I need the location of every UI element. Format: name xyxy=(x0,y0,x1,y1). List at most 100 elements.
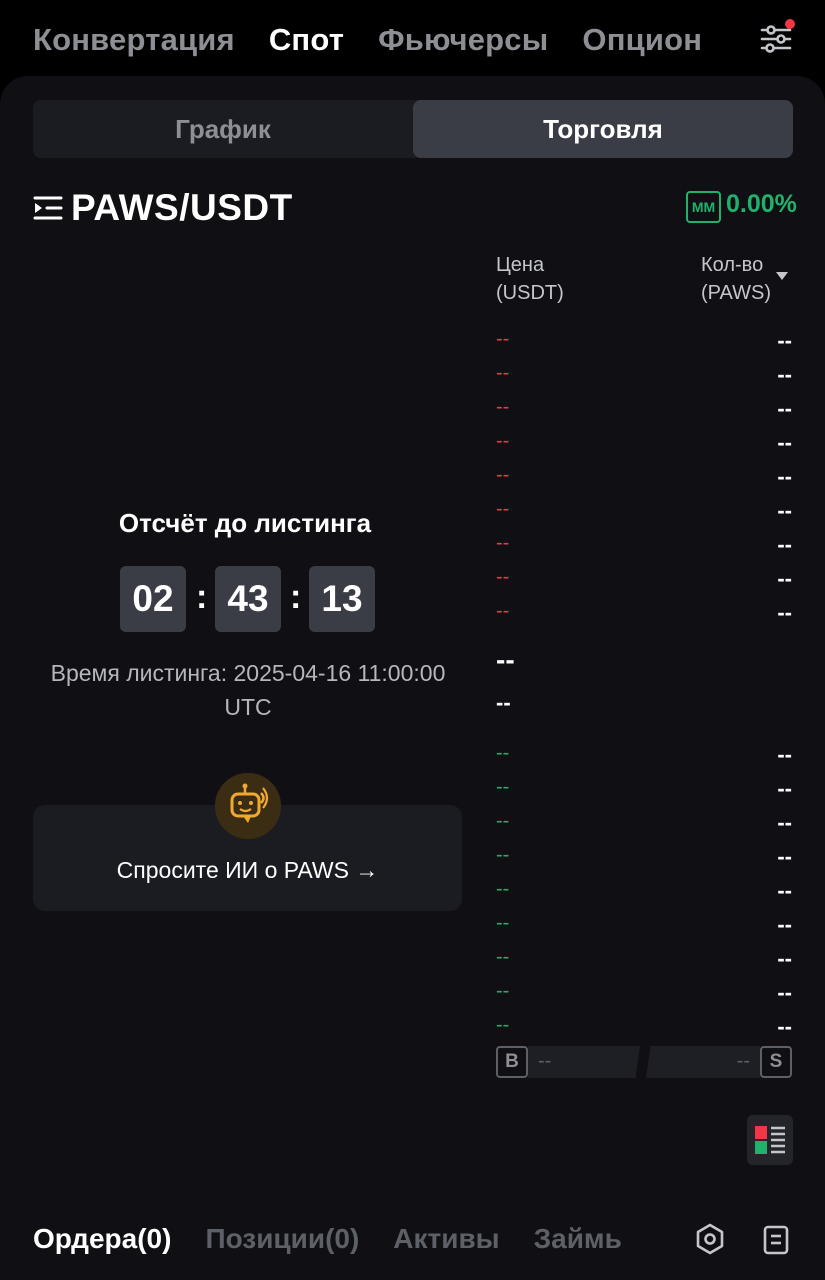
bid-row[interactable]: -- -- xyxy=(496,742,792,772)
ask-price: -- xyxy=(496,498,510,520)
bid-qty: -- xyxy=(777,742,792,767)
hexagon-settings-button[interactable] xyxy=(693,1222,727,1256)
mm-badge[interactable]: MM xyxy=(686,191,721,223)
ask-row[interactable]: -- -- xyxy=(496,328,792,358)
tab-options[interactable]: Опцион xyxy=(582,22,702,58)
listing-time-zone: UTC xyxy=(224,694,272,720)
tab-convert[interactable]: Конвертация xyxy=(33,22,235,58)
qty-header-label: Кол-во xyxy=(701,254,764,276)
ask-row[interactable]: -- -- xyxy=(496,498,792,528)
ask-qty: -- xyxy=(777,362,792,387)
ask-ai-link[interactable]: Спросите ИИ о PAWS → xyxy=(33,857,462,884)
settings-button[interactable] xyxy=(759,19,795,56)
robot-icon xyxy=(215,773,281,839)
trade-tab[interactable]: Торговля xyxy=(413,100,793,158)
listing-time: Время листинга: 2025-04-16 11:00:00 UTC xyxy=(18,656,478,724)
bid-qty: -- xyxy=(777,946,792,971)
ask-qty: -- xyxy=(777,328,792,353)
chart-tab[interactable]: График xyxy=(33,100,413,158)
price-change: 0.00% xyxy=(726,190,797,218)
bid-qty: -- xyxy=(777,878,792,903)
bid-qty: -- xyxy=(777,844,792,869)
ask-qty: -- xyxy=(777,600,792,625)
tab-assets[interactable]: Активы xyxy=(393,1223,499,1255)
ask-qty: -- xyxy=(777,532,792,557)
bid-row[interactable]: -- -- xyxy=(496,776,792,806)
ask-row[interactable]: -- -- xyxy=(496,532,792,562)
ask-row[interactable]: -- -- xyxy=(496,362,792,392)
bid-row[interactable]: -- -- xyxy=(496,912,792,942)
pair-name: PAWS/USDT xyxy=(71,187,293,228)
ask-qty: -- xyxy=(777,464,792,489)
notification-dot xyxy=(785,19,795,29)
bid-qty: -- xyxy=(777,776,792,801)
bid-qty: -- xyxy=(777,912,792,937)
bid-price: -- xyxy=(496,980,510,1002)
countdown-title: Отсчёт до листинга xyxy=(118,508,372,538)
bid-price: -- xyxy=(496,810,510,832)
ask-row[interactable]: -- -- xyxy=(496,430,792,460)
sell-ratio-value: -- xyxy=(736,1050,750,1072)
menu-expand-icon xyxy=(33,196,63,220)
ask-price: -- xyxy=(496,532,510,554)
bid-row[interactable]: -- -- xyxy=(496,980,792,1010)
view-switch: График Торговля xyxy=(33,100,793,158)
bid-row[interactable]: -- -- xyxy=(496,810,792,840)
qty-header[interactable]: Кол-во (PAWS) xyxy=(701,251,771,307)
ask-row[interactable]: -- -- xyxy=(496,600,792,630)
bid-row[interactable]: -- -- xyxy=(496,844,792,874)
orderbook-layout-button[interactable] xyxy=(747,1115,793,1165)
bid-row[interactable]: -- -- xyxy=(496,878,792,908)
bid-price: -- xyxy=(496,1014,510,1036)
ask-price: -- xyxy=(496,362,510,384)
tab-orders[interactable]: Ордера(0) xyxy=(33,1223,171,1255)
orderbook-layout-icon xyxy=(755,1126,785,1154)
seconds-box: 13 xyxy=(309,566,375,632)
tab-loans[interactable]: Займь xyxy=(534,1223,622,1255)
minutes-box: 43 xyxy=(215,566,281,632)
bid-row[interactable]: -- -- xyxy=(496,1014,792,1044)
bid-row[interactable]: -- -- xyxy=(496,946,792,976)
ask-price: -- xyxy=(496,430,510,452)
bid-price: -- xyxy=(496,946,510,968)
ask-row[interactable]: -- -- xyxy=(496,396,792,426)
price-header: Цена (USDT) xyxy=(496,251,564,307)
time-separator: : xyxy=(196,578,208,616)
ask-row[interactable]: -- -- xyxy=(496,464,792,494)
tab-futures[interactable]: Фьючерсы xyxy=(378,22,548,58)
caret-down-icon[interactable] xyxy=(776,272,788,280)
ask-row[interactable]: -- -- xyxy=(496,566,792,596)
sell-badge: S xyxy=(760,1046,792,1078)
tab-positions[interactable]: Позиции(0) xyxy=(205,1223,359,1255)
bid-price: -- xyxy=(496,878,510,900)
document-icon xyxy=(763,1225,789,1255)
trade-panel: График Торговля PAWS/USDT MM 0.00% Цена … xyxy=(0,76,825,1280)
ask-price: -- xyxy=(496,464,510,486)
listing-time-line: Время листинга: 2025-04-16 11:00:00 xyxy=(50,660,446,686)
ask-qty: -- xyxy=(777,430,792,455)
price-header-label: Цена xyxy=(496,254,545,276)
hours-box: 02 xyxy=(120,566,186,632)
bottom-tabs: Ордера(0) Позиции(0) Активы Займь xyxy=(33,1218,656,1260)
price-header-unit: (USDT) xyxy=(496,282,564,304)
index-price: -- xyxy=(496,690,511,715)
pair-selector[interactable]: PAWS/USDT xyxy=(33,187,293,228)
tab-spot[interactable]: Спот xyxy=(269,22,344,58)
countdown-timer: 02 : 43 : 13 xyxy=(120,566,380,632)
qty-header-unit: (PAWS) xyxy=(701,282,771,304)
top-nav: Конвертация Спот Фьючерсы Опцион xyxy=(0,0,825,80)
time-separator: : xyxy=(290,578,302,616)
buy-badge: B xyxy=(496,1046,528,1078)
robot-glyph xyxy=(215,773,281,839)
ask-qty: -- xyxy=(777,566,792,591)
order-history-button[interactable] xyxy=(762,1224,790,1256)
hexagon-icon xyxy=(696,1223,724,1255)
buy-sell-ratio-bar: B S -- -- xyxy=(496,1046,792,1078)
bid-price: -- xyxy=(496,844,510,866)
bid-qty: -- xyxy=(777,980,792,1005)
ask-price: -- xyxy=(496,328,510,350)
last-price[interactable]: -- xyxy=(496,644,515,676)
ask-qty: -- xyxy=(777,396,792,421)
buy-ratio-value: -- xyxy=(538,1050,552,1072)
bid-price: -- xyxy=(496,912,510,934)
